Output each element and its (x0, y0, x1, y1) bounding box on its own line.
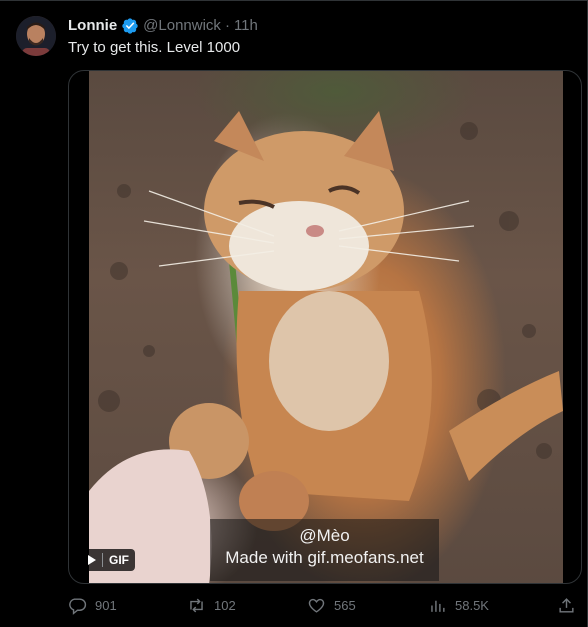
separator-dot: · (224, 17, 230, 34)
gif-media[interactable]: GIF @Mèo Made with gif.meofans.net (68, 70, 582, 584)
like-count: 565 (334, 597, 356, 613)
tweet[interactable]: Lonnie @Lonnwick · 11h Try to get this. … (0, 0, 588, 627)
gif-watermark: @Mèo Made with gif.meofans.net (210, 519, 439, 581)
views-chart-icon (431, 600, 445, 612)
heart-icon (308, 598, 325, 613)
reply-count: 901 (95, 597, 117, 613)
gif-image (89, 71, 563, 583)
action-bar: 901 102 565 58.5K (68, 593, 578, 617)
timestamp[interactable]: 11h (234, 16, 258, 36)
tweet-header: Lonnie @Lonnwick · 11h (68, 16, 258, 36)
gif-label: GIF (109, 553, 129, 567)
tweet-text: Try to get this. Level 1000 (68, 39, 241, 56)
author-handle[interactable]: @Lonnwick (143, 16, 221, 36)
views-button[interactable]: 58.5K (428, 593, 489, 617)
watermark-credit: Made with gif.meofans.net (225, 548, 424, 567)
retweet-button[interactable]: 102 (187, 593, 236, 617)
share-button[interactable] (557, 593, 576, 617)
share-icon (559, 597, 574, 613)
avatar-image (16, 16, 56, 56)
verified-badge-icon (121, 17, 139, 35)
retweet-count: 102 (214, 597, 236, 613)
reply-icon (69, 597, 87, 615)
gif-badge[interactable]: GIF (83, 549, 135, 571)
like-button[interactable]: 565 (307, 593, 356, 617)
badge-divider (102, 553, 103, 567)
watermark-handle: @Mèo (299, 526, 350, 545)
author-name[interactable]: Lonnie (68, 16, 117, 36)
retweet-icon (190, 598, 203, 612)
avatar[interactable] (16, 16, 56, 56)
play-icon (88, 555, 96, 565)
reply-button[interactable]: 901 (68, 593, 117, 617)
view-count: 58.5K (455, 597, 489, 613)
